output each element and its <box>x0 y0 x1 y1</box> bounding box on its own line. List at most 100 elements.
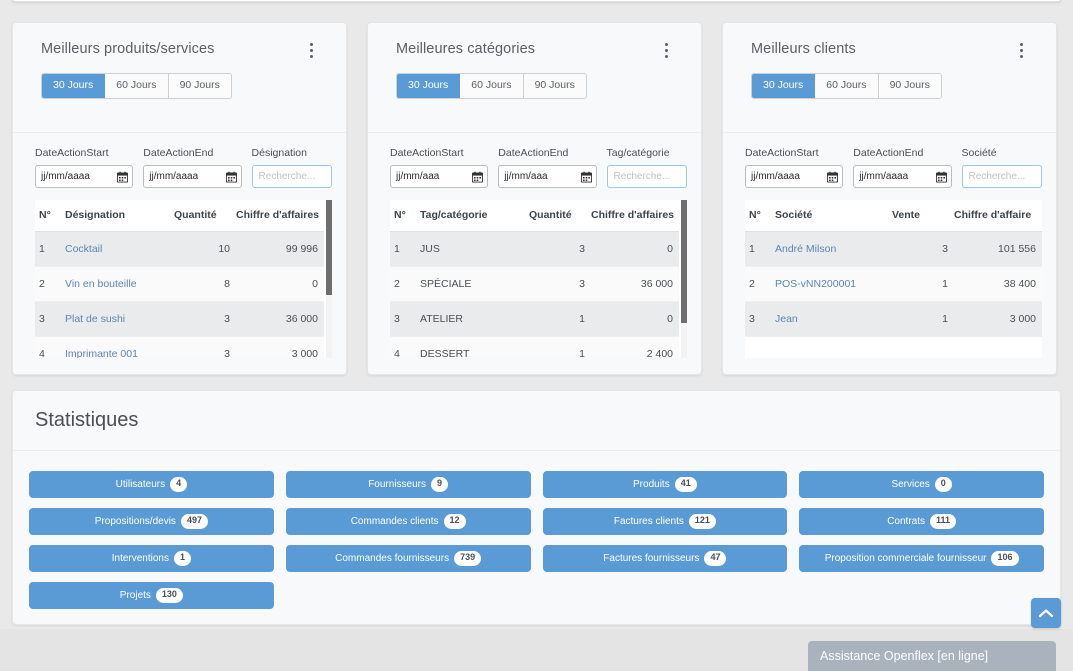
cell-name[interactable]: Cocktail <box>65 231 174 267</box>
cell-name[interactable]: Imprimante 001 <box>65 336 174 358</box>
cell-name[interactable]: André Milson <box>775 231 892 267</box>
stat-button-factures-clients[interactable]: Factures clients 121 <box>542 508 788 535</box>
card-header: Meilleurs produits/services 30 Jours 60 … <box>13 23 346 133</box>
period-tabs: 30 Jours 60 Jours 90 Jours <box>41 73 232 99</box>
tab-30-jours[interactable]: 30 Jours <box>752 74 816 98</box>
stat-button-fournisseurs[interactable]: Fournisseurs 9 <box>285 471 531 498</box>
stat-button-commandes-fournisseurs[interactable]: Commandes fournisseurs 739 <box>285 545 531 572</box>
assistance-chat-bar[interactable]: Assistance Openflex [en ligne] <box>808 641 1056 671</box>
stat-button-contrats[interactable]: Contrats 111 <box>799 508 1044 535</box>
stats-column-4: Services 0 Contrats 111 Proposition comm… <box>799 471 1044 609</box>
cell-qty: 3 <box>174 301 236 337</box>
cell-num: 4 <box>390 336 420 358</box>
page-title: Statistiques <box>35 409 139 431</box>
th-vente: Vente <box>892 200 954 232</box>
scroll-to-top-button[interactable] <box>1031 598 1061 628</box>
stat-label: Utilisateurs <box>115 479 166 490</box>
search-input[interactable] <box>961 165 1043 188</box>
cell-name[interactable]: Plat de sushi <box>65 301 174 337</box>
date-end-input[interactable]: jj/mm/aaa <box>498 165 597 188</box>
stat-button-commandes-clients[interactable]: Commandes clients 12 <box>285 508 531 535</box>
field-date-start: DateActionStart jj/mm/aaaa <box>745 147 844 188</box>
stat-button-services[interactable]: Services 0 <box>799 471 1044 498</box>
tab-90-jours[interactable]: 90 Jours <box>523 74 586 98</box>
card-filters: DateActionStart jj/mm/aaaa DateActionEnd… <box>13 133 346 192</box>
row-link[interactable]: POS-vNN200001 <box>775 278 856 290</box>
card-best-clients: Meilleurs clients 30 Jours 60 Jours 90 J… <box>722 22 1057 375</box>
cell-num: 3 <box>390 301 420 337</box>
products-table-wrapper: N° Désignation Quantité Chiffre d'affair… <box>35 200 332 358</box>
stat-button-projets[interactable]: Projets 130 <box>29 582 274 609</box>
row-link[interactable]: Cocktail <box>65 243 102 255</box>
date-start-input[interactable]: jj/mm/aaa <box>390 165 489 188</box>
kebab-menu-icon[interactable] <box>1012 39 1030 61</box>
row-link[interactable]: Plat de sushi <box>65 313 125 325</box>
period-tabs: 30 Jours 60 Jours 90 Jours <box>396 73 587 99</box>
statistics-panel: Statistiques Utilisateurs 4 Propositions… <box>12 390 1061 625</box>
stat-button-propositions-devis[interactable]: Propositions/devis 497 <box>29 508 274 535</box>
date-end-input[interactable]: jj/mm/aaaa <box>853 165 952 188</box>
field-label: Société <box>961 147 997 159</box>
th-num: N° <box>390 200 420 232</box>
date-end-input[interactable]: jj/mm/aaaa <box>143 165 242 188</box>
search-input[interactable] <box>606 165 688 188</box>
cell-num: 2 <box>35 266 65 302</box>
kebab-menu-icon[interactable] <box>302 39 320 61</box>
cell-vente: 1 <box>892 266 954 302</box>
tab-90-jours[interactable]: 90 Jours <box>878 74 941 98</box>
cell-qty: 3 <box>174 336 236 358</box>
tab-60-jours[interactable]: 60 Jours <box>460 74 524 98</box>
field-date-start: DateActionStart jj/mm/aaa <box>390 147 489 188</box>
tab-60-jours[interactable]: 60 Jours <box>815 74 879 98</box>
cell-ca: 101 556 <box>954 231 1042 267</box>
field-date-end: DateActionEnd jj/mm/aaa <box>498 147 597 188</box>
date-start-input[interactable]: jj/mm/aaaa <box>35 165 134 188</box>
table-header-row: N° Désignation Quantité Chiffre d'affair… <box>35 200 324 232</box>
stat-button-proposition-commerciale-fournisseur[interactable]: Proposition commerciale fournisseur 106 <box>799 545 1044 572</box>
status-badge: 497 <box>180 514 208 529</box>
cell-name: ATELIER <box>420 301 529 337</box>
status-badge: 1 <box>174 551 192 566</box>
kebab-menu-icon[interactable] <box>657 39 675 61</box>
top-cards-row: Meilleurs produits/services 30 Jours 60 … <box>0 22 1073 375</box>
tab-30-jours[interactable]: 30 Jours <box>397 74 461 98</box>
search-input[interactable] <box>251 165 333 188</box>
cell-ca: 2 400 <box>591 336 679 358</box>
stat-button-factures-fournisseurs[interactable]: Factures fournisseurs 47 <box>542 545 788 572</box>
cell-name[interactable]: POS-vNN200001 <box>775 266 892 302</box>
table-scrollbar[interactable] <box>681 200 687 358</box>
row-link[interactable]: André Milson <box>775 243 836 255</box>
table-scrollbar[interactable] <box>326 200 332 358</box>
stat-label: Factures fournisseurs <box>603 553 700 564</box>
cell-name: DESSERT <box>420 336 529 358</box>
cell-name: JUS <box>420 231 529 267</box>
status-badge: 47 <box>704 551 727 566</box>
th-qty: Quantité <box>529 200 591 232</box>
stat-button-produits[interactable]: Produits 41 <box>542 471 788 498</box>
stat-button-interventions[interactable]: Interventions 1 <box>29 545 274 572</box>
row-link[interactable]: Jean <box>775 313 798 325</box>
cell-qty: 8 <box>174 266 236 302</box>
cell-name[interactable]: Vin en bouteille <box>65 266 174 302</box>
table-header-row: N° Tag/catégorie Quantité Chiffre d'affa… <box>390 200 679 232</box>
date-start-value: jj/mm/aaa <box>396 171 440 182</box>
field-label: DateActionStart <box>390 147 464 159</box>
row-link[interactable]: Vin en bouteille <box>65 278 137 290</box>
calendar-icon <box>472 171 484 182</box>
th-ca: Chiffre d'affaires <box>591 200 679 232</box>
scrollbar-thumb[interactable] <box>681 200 687 324</box>
cell-num: 3 <box>35 301 65 337</box>
th-num: N° <box>35 200 65 232</box>
cell-num: 1 <box>35 231 65 267</box>
stat-button-utilisateurs[interactable]: Utilisateurs 4 <box>29 471 274 498</box>
date-start-input[interactable]: jj/mm/aaaa <box>745 165 844 188</box>
tab-30-jours[interactable]: 30 Jours <box>42 74 106 98</box>
scrollbar-thumb[interactable] <box>326 200 332 295</box>
field-date-end: DateActionEnd jj/mm/aaaa <box>853 147 952 188</box>
calendar-icon <box>935 171 947 182</box>
tab-60-jours[interactable]: 60 Jours <box>105 74 169 98</box>
row-link[interactable]: Imprimante 001 <box>65 348 138 358</box>
tab-90-jours[interactable]: 90 Jours <box>168 74 231 98</box>
dashboard-page: Meilleurs produits/services 30 Jours 60 … <box>0 0 1073 671</box>
cell-name[interactable]: Jean <box>775 301 892 337</box>
